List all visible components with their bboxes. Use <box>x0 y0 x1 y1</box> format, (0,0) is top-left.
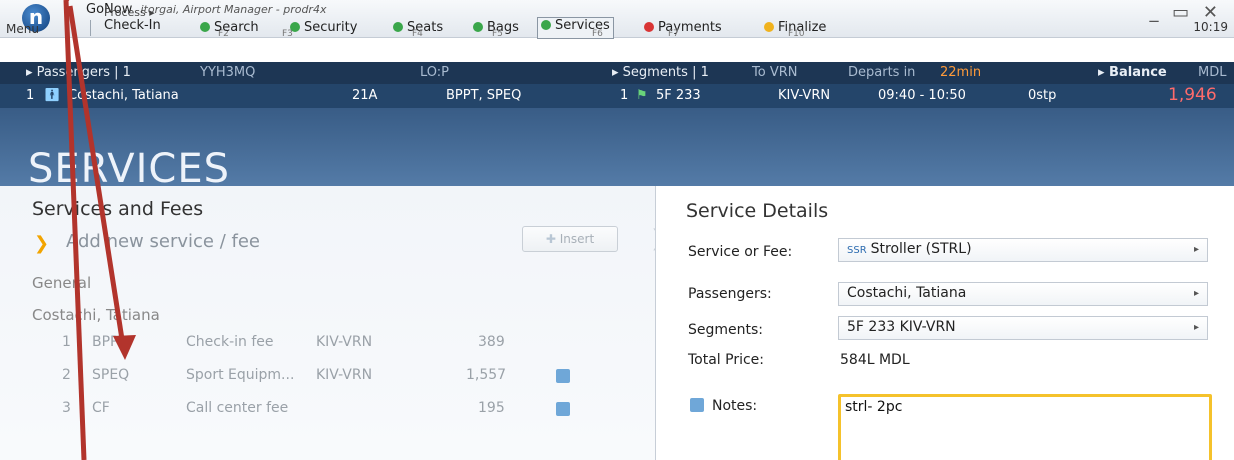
row-route: KIV-VRN <box>316 334 373 350</box>
segments-value: 5F 233 KIV-VRN <box>847 319 956 335</box>
insert-button[interactable]: ✚ Insert <box>522 226 618 252</box>
segments-toggle[interactable]: ▸ Segments | 1 <box>612 65 709 80</box>
departs-label: Departs in <box>848 65 916 80</box>
toolbar-divider <box>90 20 91 36</box>
row-code: BPPT <box>92 334 128 350</box>
table-row[interactable]: 1 BPPT Check-in fee KIV-VRN 389 <box>0 334 640 356</box>
flight-route: KIV-VRN <box>778 88 831 103</box>
passengers-toggle[interactable]: ▸ Passengers | 1 <box>26 65 131 80</box>
insert-label: Insert <box>559 232 595 246</box>
passengers-label: Passengers: <box>688 286 772 302</box>
status-green-icon <box>473 22 483 32</box>
balance-currency: MDL <box>1198 65 1227 80</box>
group-general[interactable]: General <box>32 274 91 292</box>
row-code: SPEQ <box>92 367 130 383</box>
services-fees-panel: Services and Fees ❯ Add new service / fe… <box>0 186 656 460</box>
step-key-seats: F5 <box>492 29 503 39</box>
plus-icon: ✚ <box>545 232 556 246</box>
row-index: 2 <box>62 367 71 383</box>
step-search[interactable]: Search <box>200 20 259 40</box>
row-index: 3 <box>62 400 71 416</box>
status-yellow-icon <box>764 22 774 32</box>
person-icon: 🚹︎ <box>44 88 61 103</box>
summary-header: ▸ Passengers | 1 YYH3MQ LO:P ▸ Segments … <box>0 62 1234 84</box>
row-amount: 1,557 <box>466 367 507 383</box>
boarding-icon: ⚑ <box>636 88 648 103</box>
row-description: Sport Equipm... <box>186 367 295 383</box>
notes-document-icon <box>690 398 704 412</box>
mode-check-in[interactable]: Check-In <box>104 18 161 33</box>
step-label: Search <box>214 20 259 35</box>
row-amount: 195 <box>478 400 505 416</box>
row-description: Call center fee <box>186 400 289 416</box>
row-route: KIV-VRN <box>316 367 373 383</box>
notes-label: Notes: <box>712 398 758 414</box>
row-amount: 389 <box>478 334 505 350</box>
segments-destination: To VRN <box>752 65 798 80</box>
total-price-value: 584L MDL <box>840 352 910 368</box>
balance-amount: 1,946 <box>1168 85 1217 105</box>
ssr-tag: SSR <box>847 245 867 256</box>
pnr: YYH3MQ <box>200 65 256 80</box>
row-description: Check-in fee <box>186 334 274 350</box>
segment-index: 1 <box>620 88 629 103</box>
menu-button[interactable]: Menu <box>6 22 39 36</box>
notes-textarea[interactable]: strl- 2pc <box>838 394 1212 460</box>
step-key-security: F4 <box>412 29 423 39</box>
service-select[interactable]: SSR Stroller (STRL) ▸ <box>838 238 1208 262</box>
row-code: CF <box>92 400 110 416</box>
step-security[interactable]: Security <box>290 20 357 40</box>
step-key-bags: F6 <box>592 29 603 39</box>
dropdown-arrow-icon[interactable]: ▸ <box>1194 322 1199 333</box>
chevron-right-icon: ❯ <box>34 233 50 254</box>
departs-value: 22min <box>940 65 982 80</box>
add-service-input[interactable]: Add new service / fee <box>66 231 260 252</box>
dropdown-arrow-icon[interactable]: ▸ <box>1194 244 1199 255</box>
status-green-icon <box>200 22 210 32</box>
step-label: Security <box>304 20 358 35</box>
segments-select[interactable]: 5F 233 KIV-VRN ▸ <box>838 316 1208 340</box>
passenger-seat: 21A <box>352 88 378 103</box>
passenger-ssr: BPPT, SPEQ <box>446 88 522 103</box>
total-price-label: Total Price: <box>688 352 765 368</box>
passenger-index: 1 <box>26 88 35 103</box>
passengers-value: Costachi, Tatiana <box>847 285 967 301</box>
dropdown-arrow-icon[interactable]: ▸ <box>1194 288 1199 299</box>
row-index: 1 <box>62 334 71 350</box>
step-key-search: F3 <box>282 29 293 39</box>
status-red-icon <box>644 22 654 32</box>
service-label: Service or Fee: <box>688 244 793 260</box>
step-key-finalize: F10 <box>788 29 805 39</box>
flight-stops: 0stp <box>1028 88 1057 103</box>
status-green-icon <box>393 22 403 32</box>
lo-status: LO:P <box>420 65 450 80</box>
flight-number: 5F 233 <box>656 88 701 103</box>
top-toolbar: n Menu GoNow itorgai, Airport Manager - … <box>0 0 1234 40</box>
panel-title: Service Details <box>686 200 829 222</box>
clock: 10:19 <box>1193 20 1228 34</box>
app-subtitle: itorgai, Airport Manager - prodr4x <box>140 3 327 16</box>
notes-document-icon[interactable] <box>556 402 570 416</box>
table-row[interactable]: 3 CF Call center fee 195 <box>0 400 640 422</box>
flight-times: 09:40 - 10:50 <box>878 88 966 103</box>
notes-document-icon[interactable] <box>556 369 570 383</box>
passengers-select[interactable]: Costachi, Tatiana ▸ <box>838 282 1208 306</box>
table-row[interactable]: 2 SPEQ Sport Equipm... KIV-VRN 1,557 <box>0 367 640 389</box>
segments-label: Segments: <box>688 322 764 338</box>
service-value: Stroller (STRL) <box>870 241 972 257</box>
panel-title: Services and Fees <box>32 198 204 220</box>
group-passenger[interactable]: Costachi, Tatiana <box>32 306 160 324</box>
mode-label: Check-In <box>104 18 161 33</box>
passenger-name: Costachi, Tatiana <box>68 88 179 103</box>
step-payments[interactable]: Payments <box>644 20 722 40</box>
balance-toggle[interactable]: ▸ Balance <box>1098 65 1167 80</box>
service-details-panel: Service Details Service or Fee: SSR Strol… <box>656 186 1234 460</box>
passenger-row[interactable]: 1 🚹︎ Costachi, Tatiana 21A BPPT, SPEQ 1 … <box>0 84 1234 108</box>
step-key-payments: F7 <box>668 29 679 39</box>
status-green-icon <box>541 20 551 30</box>
